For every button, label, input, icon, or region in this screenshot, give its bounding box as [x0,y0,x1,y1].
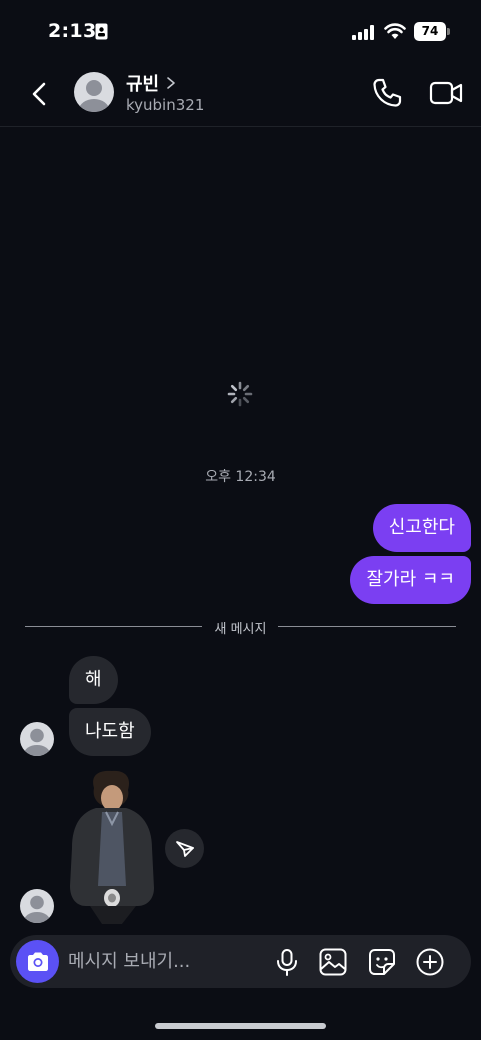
gallery-icon[interactable] [318,947,348,977]
sender-avatar[interactable] [20,722,54,756]
sender-avatar[interactable] [20,889,54,923]
loading-spinner-icon [227,381,253,407]
wifi-icon [384,23,406,39]
status-bar: 2:13 74 [0,0,481,62]
message-timestamp: 오후 12:34 [205,469,276,485]
outgoing-message[interactable]: 잘가라 ㅋㅋ [350,556,471,604]
signal-icon [352,25,374,40]
id-card-icon [95,23,108,40]
incoming-message[interactable]: 해 [69,656,118,704]
sticker-icon[interactable] [367,947,397,977]
chevron-right-icon [167,77,175,89]
incoming-message[interactable]: 나도함 [69,708,151,756]
status-time: 2:13 [48,20,97,42]
send-icon [175,840,194,857]
avatar[interactable] [74,72,114,112]
battery-icon: 74 [414,22,450,41]
chat-header: 규빈 kyubin321 [0,62,481,127]
contact-name: 규빈 [126,74,160,95]
new-message-label: 새 메시지 [214,622,267,637]
avatar-placeholder-icon [24,728,50,756]
avatar-placeholder-icon [79,80,109,112]
battery-level: 74 [414,22,446,41]
message-composer [10,935,471,988]
person-sticker-icon[interactable] [66,768,158,926]
dm-screen: 2:13 74 규빈 kyubin321 오후 12:34 신고한다 잘가라 ㅋ… [0,0,481,1040]
camera-button[interactable] [16,940,59,983]
camera-icon [27,952,48,971]
home-indicator[interactable] [155,1023,326,1029]
microphone-icon[interactable] [272,947,302,977]
avatar-placeholder-icon [24,895,50,923]
share-sticker-button[interactable] [165,829,204,868]
back-chevron-icon[interactable] [22,76,58,112]
outgoing-message[interactable]: 신고한다 [372,504,471,552]
new-message-divider: 새 메시지 [25,618,456,637]
contact-name-row[interactable]: 규빈 [126,70,177,96]
contact-username: kyubin321 [126,96,205,114]
video-camera-icon[interactable] [428,76,464,110]
phone-icon[interactable] [370,76,404,110]
message-input[interactable] [68,947,258,975]
plus-circle-icon[interactable] [415,947,445,977]
